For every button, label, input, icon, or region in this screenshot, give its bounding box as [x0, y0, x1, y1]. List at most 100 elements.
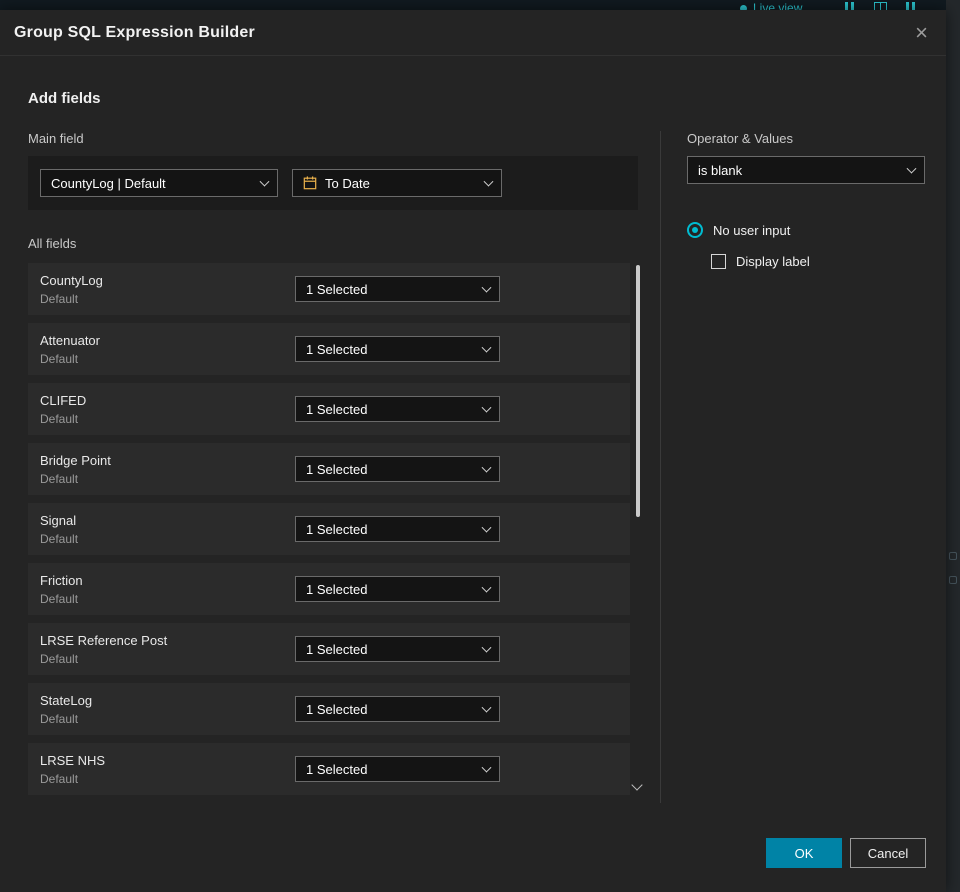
- field-row: Signal Default 1 Selected: [28, 503, 630, 555]
- all-fields-label: All fields: [28, 236, 77, 251]
- chevron-down-icon: [483, 176, 494, 187]
- display-label-checkbox[interactable]: Display label: [711, 254, 926, 269]
- field-subtitle: Default: [40, 591, 79, 606]
- chevron-down-icon: [481, 702, 492, 713]
- chevron-down-icon: [481, 582, 492, 593]
- field-selected-dropdown[interactable]: 1 Selected: [295, 576, 500, 602]
- calendar-icon: [303, 176, 317, 190]
- main-field-type-select[interactable]: To Date: [292, 169, 502, 197]
- ok-button[interactable]: OK: [766, 838, 842, 868]
- field-name: Friction: [40, 572, 83, 588]
- dialog-title: Group SQL Expression Builder: [14, 23, 255, 41]
- all-fields-list: CountyLog Default 1 Selected Attenuator …: [28, 263, 643, 795]
- field-selected-dropdown[interactable]: 1 Selected: [295, 456, 500, 482]
- field-name: CountyLog: [40, 272, 103, 288]
- field-row: Bridge Point Default 1 Selected: [28, 443, 630, 495]
- field-row: LRSE NHS Default 1 Selected: [28, 743, 630, 795]
- field-row-info: Friction Default: [40, 573, 295, 606]
- dialog-body: Add fields Main field CountyLog | Defaul…: [0, 56, 946, 803]
- dialog-header: Group SQL Expression Builder ×: [0, 10, 946, 56]
- field-subtitle: Default: [40, 291, 79, 306]
- field-subtitle: Default: [40, 531, 79, 546]
- edge-tool-icon[interactable]: [949, 576, 957, 584]
- field-row: StateLog Default 1 Selected: [28, 683, 630, 735]
- field-subtitle: Default: [40, 411, 79, 426]
- chevron-down-icon: [481, 522, 492, 533]
- operator-values-column: Operator & Values is blank No user input…: [660, 131, 926, 803]
- main-field-box: CountyLog | Default To Date: [28, 156, 638, 210]
- group-sql-expression-builder-dialog: Group SQL Expression Builder × Add field…: [0, 10, 946, 892]
- field-row-info: CountyLog Default: [40, 273, 295, 306]
- field-selected-dropdown[interactable]: 1 Selected: [295, 336, 500, 362]
- close-icon[interactable]: ×: [911, 20, 932, 46]
- field-selected-value: 1 Selected: [306, 641, 368, 657]
- field-selected-dropdown[interactable]: 1 Selected: [295, 396, 500, 422]
- field-selected-value: 1 Selected: [306, 761, 368, 777]
- field-subtitle: Default: [40, 771, 79, 786]
- field-row: CountyLog Default 1 Selected: [28, 263, 630, 315]
- field-subtitle: Default: [40, 711, 79, 726]
- field-selected-value: 1 Selected: [306, 341, 368, 357]
- checkbox-unchecked-icon: [711, 254, 726, 269]
- field-row: CLIFED Default 1 Selected: [28, 383, 630, 435]
- scroll-down-icon[interactable]: [631, 779, 643, 791]
- chevron-down-icon: [259, 176, 270, 187]
- right-edge-strip: [946, 0, 960, 892]
- field-selected-value: 1 Selected: [306, 461, 368, 477]
- field-row-info: Attenuator Default: [40, 333, 295, 366]
- display-label-text: Display label: [736, 254, 810, 269]
- field-name: Signal: [40, 512, 77, 528]
- field-selected-value: 1 Selected: [306, 281, 368, 297]
- no-user-input-radio[interactable]: No user input: [687, 222, 926, 238]
- field-selected-value: 1 Selected: [306, 401, 368, 417]
- field-selected-value: 1 Selected: [306, 701, 368, 717]
- field-name: LRSE Reference Post: [40, 632, 168, 648]
- edge-tool-icon[interactable]: [949, 552, 957, 560]
- cancel-button[interactable]: Cancel: [850, 838, 926, 868]
- main-field-type-value: To Date: [325, 175, 370, 191]
- main-field-select-value: CountyLog | Default: [51, 175, 166, 191]
- field-selected-dropdown[interactable]: 1 Selected: [295, 636, 500, 662]
- field-row-info: CLIFED Default: [40, 393, 295, 426]
- field-selected-dropdown[interactable]: 1 Selected: [295, 696, 500, 722]
- field-selected-value: 1 Selected: [306, 521, 368, 537]
- field-selected-value: 1 Selected: [306, 581, 368, 597]
- field-name: LRSE NHS: [40, 752, 106, 768]
- field-row-info: LRSE Reference Post Default: [40, 633, 295, 666]
- chevron-down-icon: [481, 642, 492, 653]
- chevron-down-icon: [481, 462, 492, 473]
- field-subtitle: Default: [40, 351, 79, 366]
- operator-values-label: Operator & Values: [687, 131, 793, 146]
- field-subtitle: Default: [40, 471, 79, 486]
- chevron-down-icon: [481, 402, 492, 413]
- radio-selected-icon: [687, 222, 703, 238]
- field-row-info: StateLog Default: [40, 693, 295, 726]
- field-name: StateLog: [40, 692, 93, 708]
- main-field-select[interactable]: CountyLog | Default: [40, 169, 278, 197]
- field-selected-dropdown[interactable]: 1 Selected: [295, 276, 500, 302]
- operator-select[interactable]: is blank: [687, 156, 925, 184]
- field-selected-dropdown[interactable]: 1 Selected: [295, 516, 500, 542]
- field-name: Attenuator: [40, 332, 100, 348]
- chevron-down-icon: [481, 342, 492, 353]
- field-selected-dropdown[interactable]: 1 Selected: [295, 756, 500, 782]
- field-name: Bridge Point: [40, 452, 111, 468]
- field-name: CLIFED: [40, 392, 87, 408]
- add-fields-heading: Add fields: [28, 90, 101, 107]
- no-user-input-label: No user input: [713, 222, 791, 238]
- field-row: LRSE Reference Post Default 1 Selected: [28, 623, 630, 675]
- chevron-down-icon: [481, 282, 492, 293]
- dialog-footer: OK Cancel: [766, 838, 926, 868]
- fields-column: Main field CountyLog | Default To Date A…: [28, 131, 643, 803]
- chevron-down-icon: [481, 762, 492, 773]
- field-row: Attenuator Default 1 Selected: [28, 323, 630, 375]
- field-subtitle: Default: [40, 651, 79, 666]
- main-field-label: Main field: [28, 131, 84, 146]
- field-row-info: Bridge Point Default: [40, 453, 295, 486]
- field-row-info: LRSE NHS Default: [40, 753, 295, 786]
- scrollbar-thumb[interactable]: [636, 265, 640, 517]
- field-row-info: Signal Default: [40, 513, 295, 546]
- field-row: Friction Default 1 Selected: [28, 563, 630, 615]
- chevron-down-icon: [906, 163, 917, 174]
- operator-select-value: is blank: [698, 162, 743, 178]
